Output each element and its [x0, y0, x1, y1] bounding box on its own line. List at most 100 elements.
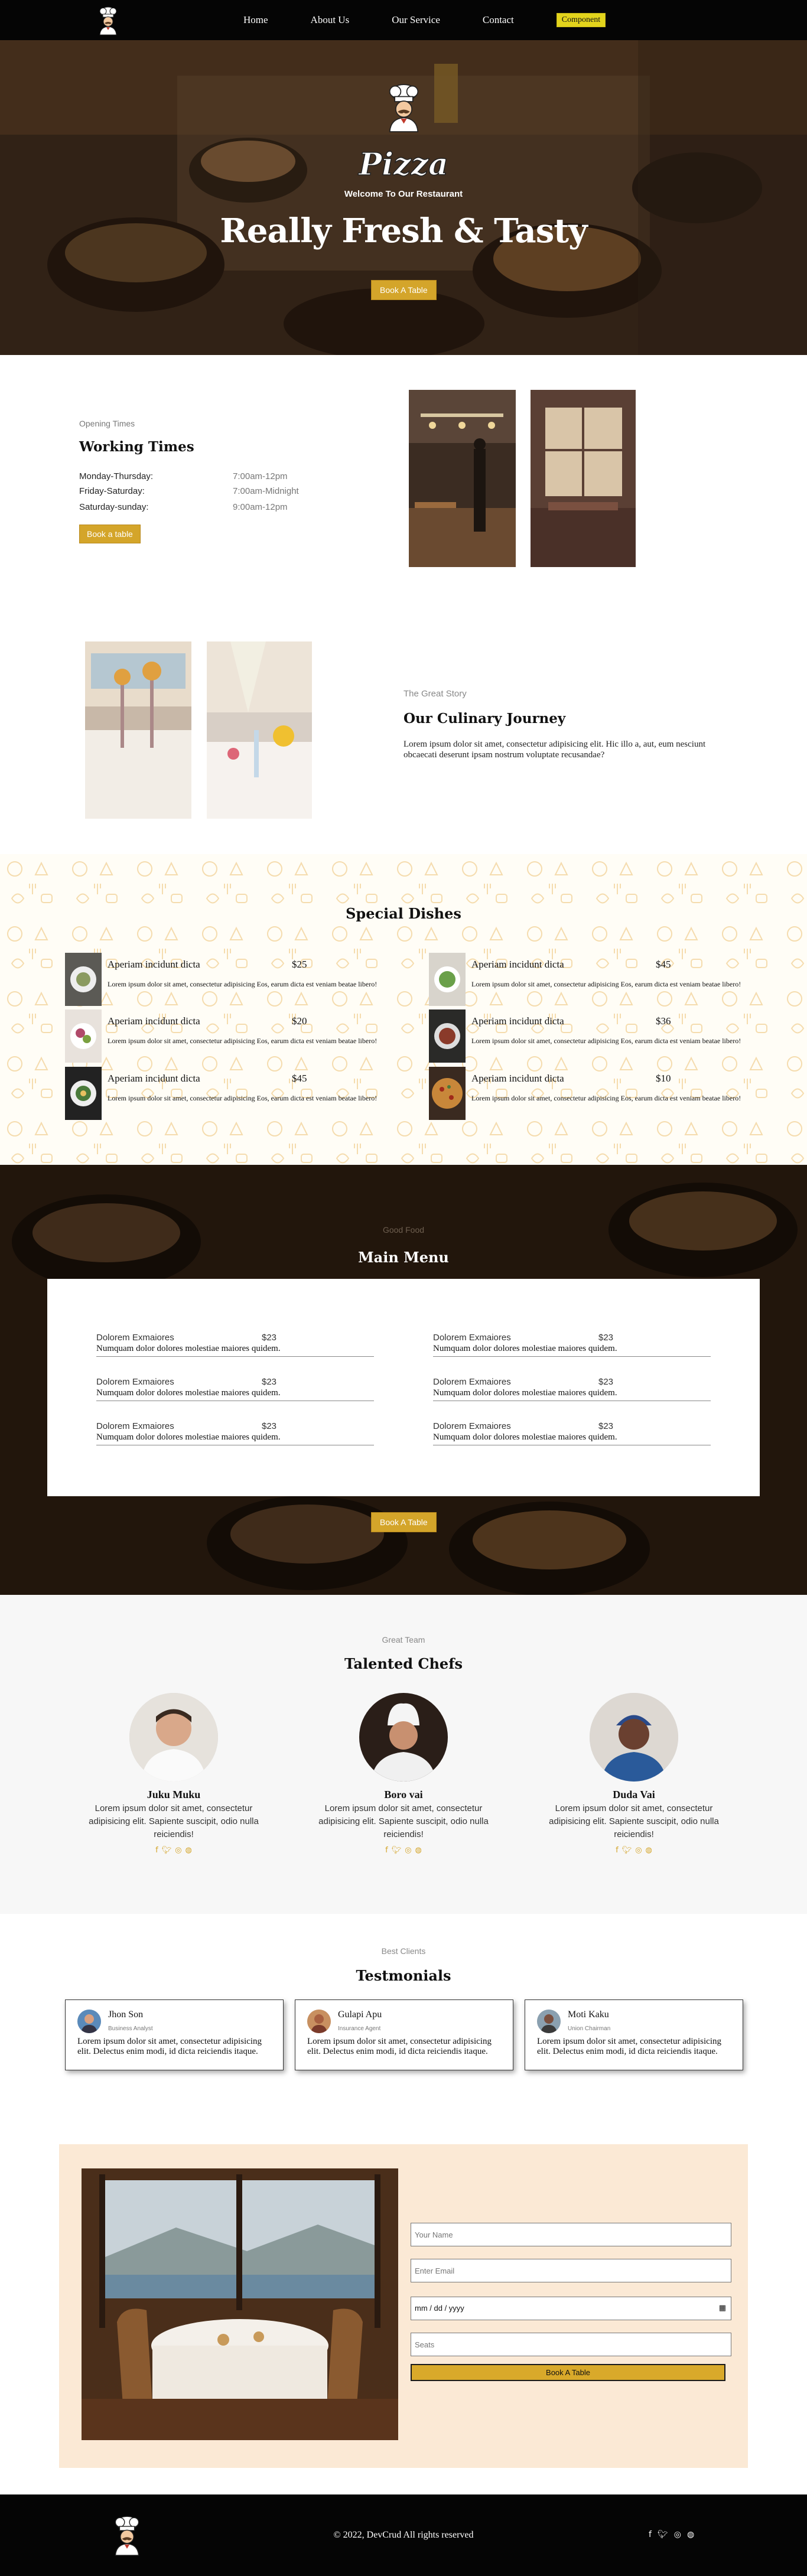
booking-section: mm / dd / yyyy ▦ Book A Table	[0, 2118, 807, 2494]
hero-book-table-button[interactable]: Book A Table	[371, 280, 437, 300]
menu-item[interactable]: Dolorem Exmaiores $23 Numquam dolor dolore…	[433, 1377, 711, 1401]
chef-avatar	[129, 1693, 218, 1782]
menu-item-description: Numquam dolor dolores molestiae maiores …	[433, 1344, 617, 1353]
twitter-icon[interactable]: 🐦︎	[658, 2530, 668, 2539]
hours-eyebrow: Opening Times	[79, 419, 135, 428]
menu-item[interactable]: Dolorem Exmaiores $23 Numquam dolor dolore…	[433, 1421, 711, 1445]
chef-avatar	[359, 1693, 448, 1782]
name-input[interactable]	[411, 2223, 731, 2246]
client-role: Insurance Agent	[338, 2025, 381, 2032]
client-role: Business Analyst	[108, 2025, 153, 2032]
pizza-brand-logo: Pizza	[357, 84, 449, 182]
dribbble-icon[interactable]: ◍	[646, 1846, 652, 1855]
hours-row: Monday-Thursday: 7:00am-12pm	[79, 471, 301, 481]
booking-submit-button[interactable]: Book A Table	[411, 2364, 725, 2381]
hours-time: 9:00am-12pm	[233, 502, 288, 512]
story-title: Our Culinary Journey	[403, 711, 566, 727]
hours-day: Monday-Thursday:	[79, 471, 154, 481]
twitter-icon[interactable]: 🐦︎	[392, 1846, 402, 1855]
nav-links: Home About Us Our Service Contact Compon…	[243, 0, 606, 40]
menu-item-name: Dolorem Exmaiores	[433, 1377, 511, 1387]
nav-link-contact[interactable]: Contact	[483, 14, 514, 26]
dish-price: $25	[292, 959, 307, 970]
footer: © 2022, DevCrud All rights reserved f 🐦︎ ◎…	[0, 2494, 807, 2576]
dish-item[interactable]: Aperiam incidunt dicta $20 Lorem ipsum d…	[65, 1009, 381, 1063]
dribbble-icon[interactable]: ◍	[186, 1846, 192, 1855]
menu-item-price: $23	[598, 1421, 614, 1431]
facebook-icon[interactable]: f	[385, 1846, 388, 1855]
testimonial-text: Lorem ipsum dolor sit amet, consectetur …	[537, 2037, 722, 2056]
menu-item[interactable]: Dolorem Exmaiores $23 Numquam dolor dolore…	[96, 1333, 374, 1357]
chefs-title: Talented Chefs	[344, 1655, 463, 1672]
client-role: Union Chairman	[568, 2025, 611, 2032]
nav-component-button[interactable]: Component	[556, 13, 606, 27]
special-dishes-section: Special Dishes Aperiam incidunt dicta $2…	[0, 854, 807, 1165]
facebook-icon[interactable]: f	[616, 1846, 619, 1855]
hero-section: Pizza Welcome To Our Restaurant Really F…	[0, 40, 807, 355]
date-input[interactable]: mm / dd / yyyy ▦	[411, 2297, 731, 2320]
chef-name: Boro vai	[384, 1789, 423, 1800]
dish-description: Lorem ipsum dolor sit amet, consectetur …	[471, 980, 741, 988]
dish-thumbnail	[65, 1009, 102, 1063]
menu-item-description: Numquam dolor dolores molestiae maiores …	[96, 1388, 281, 1398]
dish-item[interactable]: Aperiam incidunt dicta $45 Lorem ipsum d…	[429, 953, 745, 1006]
main-menu-eyebrow: Good Food	[382, 1225, 425, 1235]
menu-item-name: Dolorem Exmaiores	[96, 1421, 174, 1431]
dish-description: Lorem ipsum dolor sit amet, consectetur …	[108, 1037, 378, 1045]
hours-time: 7:00am-Midnight	[233, 486, 299, 496]
chef-logo[interactable]	[93, 4, 123, 37]
client-avatar	[537, 2010, 561, 2033]
chef-card: Boro vai Lorem ipsum dolor sit amet, con…	[315, 1693, 492, 1855]
dish-item[interactable]: Aperiam incidunt dicta $36 Lorem ipsum d…	[429, 1009, 745, 1063]
main-menu-card: Dolorem Exmaiores $23 Numquam dolor dolore…	[47, 1279, 760, 1496]
working-times-section: Opening Times Working Times Monday-Thurs…	[0, 355, 807, 609]
main-menu-book-table-button[interactable]: Book A Table	[371, 1512, 437, 1532]
twitter-icon[interactable]: 🐦︎	[162, 1846, 172, 1855]
dish-name: Aperiam incidunt dicta	[108, 1015, 200, 1027]
menu-item-price: $23	[598, 1333, 614, 1343]
email-input[interactable]	[411, 2259, 731, 2282]
testimonial-card: Moti Kaku Union Chairman Lorem ipsum dol…	[525, 1999, 743, 2070]
facebook-icon[interactable]: f	[155, 1846, 158, 1855]
dish-price: $20	[292, 1015, 307, 1027]
dribbble-icon[interactable]: ◍	[687, 2530, 694, 2539]
menu-item-description: Numquam dolor dolores molestiae maiores …	[433, 1432, 617, 1442]
chef-avatar	[590, 1693, 678, 1782]
menu-item-price: $23	[262, 1377, 277, 1387]
nav-link-home[interactable]: Home	[243, 14, 268, 26]
chef-social-links: f 🐦︎ ◎ ◍	[545, 1846, 723, 1855]
menu-item[interactable]: Dolorem Exmaiores $23 Numquam dolor dolore…	[433, 1333, 711, 1357]
testimonials-title: Testmonials	[356, 1967, 451, 1984]
nav-link-about[interactable]: About Us	[311, 14, 350, 26]
hours-row: Saturday-sunday: 9:00am-12pm	[79, 502, 301, 512]
dish-item[interactable]: Aperiam incidunt dicta $10 Lorem ipsum d…	[429, 1067, 745, 1120]
dish-description: Lorem ipsum dolor sit amet, consectetur …	[108, 980, 378, 988]
story-section: The Great Story Our Culinary Journey Lor…	[0, 609, 807, 854]
instagram-icon[interactable]: ◎	[405, 1846, 411, 1855]
footer-social-links: f 🐦︎ ◎ ◍	[649, 2530, 694, 2539]
nav-link-service[interactable]: Our Service	[392, 14, 440, 26]
facebook-icon[interactable]: f	[649, 2530, 652, 2539]
hours-title: Working Times	[79, 439, 194, 455]
menu-item-description: Numquam dolor dolores molestiae maiores …	[96, 1432, 281, 1442]
menu-item[interactable]: Dolorem Exmaiores $23 Numquam dolor dolore…	[96, 1377, 374, 1401]
testimonial-card: Jhon Son Business Analyst Lorem ipsum do…	[65, 1999, 284, 2070]
dish-thumbnail	[429, 1009, 466, 1063]
dish-item[interactable]: Aperiam incidunt dicta $25 Lorem ipsum d…	[65, 953, 381, 1006]
seats-input[interactable]	[411, 2333, 731, 2356]
dish-item[interactable]: Aperiam incidunt dicta $45 Lorem ipsum d…	[65, 1067, 381, 1120]
chef-bio: Lorem ipsum dolor sit amet, consectetur …	[549, 1803, 719, 1839]
calendar-icon[interactable]: ▦	[719, 2297, 726, 2320]
menu-item[interactable]: Dolorem Exmaiores $23 Numquam dolor dolore…	[96, 1421, 374, 1445]
twitter-icon[interactable]: 🐦︎	[622, 1846, 632, 1855]
instagram-icon[interactable]: ◎	[635, 1846, 642, 1855]
dish-price: $10	[656, 1073, 671, 1084]
dish-name: Aperiam incidunt dicta	[471, 1015, 564, 1027]
chef-bio: Lorem ipsum dolor sit amet, consectetur …	[318, 1803, 489, 1839]
hours-book-table-button[interactable]: Book a table	[79, 525, 141, 543]
instagram-icon[interactable]: ◎	[674, 2530, 681, 2539]
client-name: Gulapi Apu	[338, 2010, 382, 2020]
dribbble-icon[interactable]: ◍	[415, 1846, 422, 1855]
instagram-icon[interactable]: ◎	[175, 1846, 181, 1855]
menu-item-name: Dolorem Exmaiores	[433, 1421, 511, 1431]
